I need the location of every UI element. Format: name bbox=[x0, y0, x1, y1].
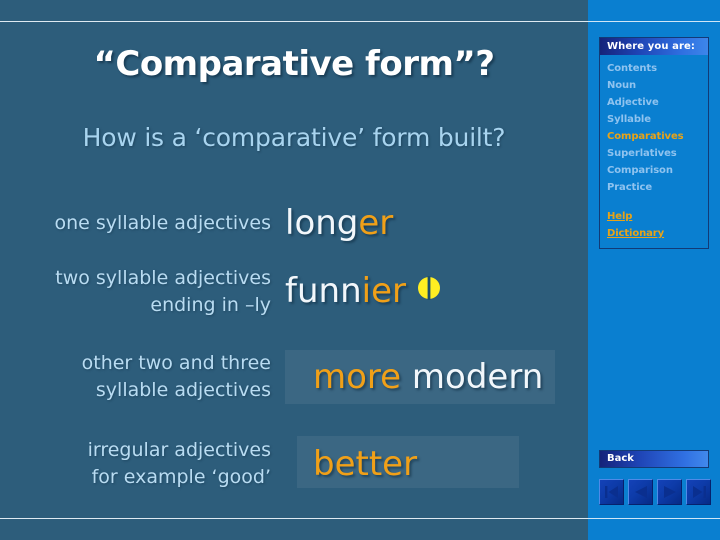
sidebar-link-help[interactable]: Help bbox=[607, 208, 708, 225]
sidebar-item-noun[interactable]: Noun bbox=[607, 77, 708, 94]
sidebar-nav-list: Contents Noun Adjective Syllable Compara… bbox=[600, 55, 708, 242]
rule-label-line-1: other two and three bbox=[81, 352, 271, 374]
rule-label: one syllable adjectives bbox=[54, 211, 272, 234]
sidebar-item-comparatives[interactable]: Comparatives bbox=[607, 128, 708, 145]
rule-row-two-syllable-ly: two syllable adjectives ending in –ly fu… bbox=[0, 258, 588, 326]
rule-row-one-syllable: one syllable adjectives longer bbox=[0, 198, 588, 248]
rule-label-line-1: irregular adjectives bbox=[87, 439, 271, 461]
example-stem: funn bbox=[285, 271, 362, 312]
rule-label: other two and three syllable adjectives bbox=[0, 350, 285, 404]
rule-example: more modern bbox=[285, 357, 588, 397]
sidebar-bottom-rule bbox=[588, 518, 720, 519]
rule-label: irregular adjectives for example ‘good’ bbox=[0, 437, 285, 491]
example-irregular-form: better bbox=[313, 444, 418, 484]
rule-row-irregular: irregular adjectives for example ‘good’ … bbox=[0, 430, 588, 498]
previous-arrow-icon[interactable] bbox=[628, 479, 653, 505]
sidebar-item-comparison[interactable]: Comparison bbox=[607, 162, 708, 179]
rule-example: better bbox=[285, 444, 588, 484]
sidebar-link-dictionary[interactable]: Dictionary bbox=[607, 225, 708, 242]
sidebar-item-adjective[interactable]: Adjective bbox=[607, 94, 708, 111]
bottom-divider-rule bbox=[0, 518, 588, 519]
example-suffix: ier bbox=[361, 271, 406, 312]
where-you-are-header: Where you are: bbox=[600, 38, 708, 55]
rule-label-line-2: for example ‘good’ bbox=[91, 466, 271, 488]
rule-example: funnier bbox=[285, 271, 588, 313]
rule-label-line-1: two syllable adjectives bbox=[55, 267, 271, 289]
first-arrow-icon[interactable] bbox=[599, 479, 624, 505]
sidebar-item-syllable[interactable]: Syllable bbox=[607, 111, 708, 128]
sidebar-item-superlatives[interactable]: Superlatives bbox=[607, 145, 708, 162]
rule-label-line-2: ending in –ly bbox=[150, 294, 271, 316]
last-arrow-icon[interactable] bbox=[686, 479, 711, 505]
example-modifier: more bbox=[313, 357, 402, 397]
page-title: “Comparative form”? bbox=[93, 44, 495, 84]
example-suffix: er bbox=[358, 203, 394, 243]
top-divider-rule bbox=[0, 21, 588, 22]
sidebar-nav-spacer bbox=[607, 196, 708, 208]
rule-example: longer bbox=[285, 203, 588, 243]
phi-symbol-icon bbox=[416, 270, 442, 310]
slide-canvas: “Comparative form”? How is a ‘comparativ… bbox=[0, 0, 720, 540]
page-subtitle: How is a ‘comparative’ form built? bbox=[82, 123, 506, 152]
sidebar-item-contents[interactable]: Contents bbox=[607, 60, 708, 77]
rule-label: two syllable adjectives ending in –ly bbox=[0, 265, 285, 319]
back-button[interactable]: Back bbox=[599, 450, 709, 468]
sidebar-item-practice[interactable]: Practice bbox=[607, 179, 708, 196]
rule-label-line-2: syllable adjectives bbox=[95, 379, 271, 401]
example-stem: modern bbox=[411, 357, 544, 397]
navigation-arrow-row bbox=[599, 479, 711, 505]
sidebar-top-rule bbox=[588, 21, 720, 22]
rule-row-other-two-three-syllable: other two and three syllable adjectives … bbox=[0, 344, 588, 410]
example-stem: long bbox=[285, 203, 359, 243]
where-you-are-panel: Where you are: Contents Noun Adjective S… bbox=[599, 37, 709, 249]
sidebar: Where you are: Contents Noun Adjective S… bbox=[588, 0, 720, 540]
next-arrow-icon[interactable] bbox=[657, 479, 682, 505]
